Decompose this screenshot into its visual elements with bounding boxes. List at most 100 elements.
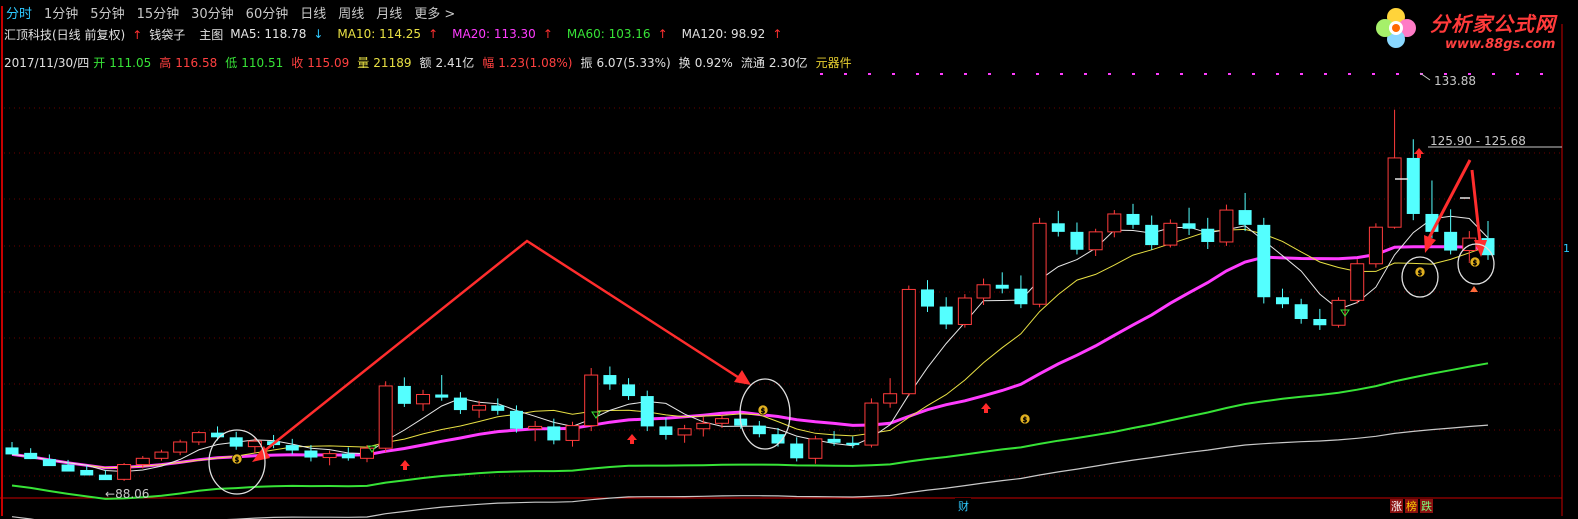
candle xyxy=(397,377,411,407)
ma120-label: MA120: 98.92 xyxy=(681,27,766,41)
quote-change: 幅 1.23(1.08%) xyxy=(482,54,576,71)
candle-body xyxy=(547,426,561,441)
candle-body xyxy=(827,438,841,443)
candle-body xyxy=(714,418,729,424)
signal-dot xyxy=(964,73,967,75)
low-value: 110.51 xyxy=(241,55,284,70)
float-value: 2.30亿 xyxy=(768,55,808,70)
tab-60min[interactable]: 60分钟 xyxy=(240,3,295,22)
candle xyxy=(957,294,972,328)
svg-text:$: $ xyxy=(1473,259,1477,267)
signal-dot xyxy=(868,73,871,75)
candle-body xyxy=(1350,263,1365,301)
candle-body xyxy=(659,426,673,435)
tab-more[interactable]: 更多 > xyxy=(408,3,461,22)
signal-dot xyxy=(1084,73,1087,75)
candle xyxy=(1145,215,1159,250)
candle xyxy=(659,417,673,440)
candle-body xyxy=(1275,297,1289,305)
logo-text: 分析家公式网 xyxy=(1430,12,1556,36)
money-bag-icon: $ xyxy=(231,453,243,465)
quote-low: 低 110.51 xyxy=(225,54,287,71)
candle-body xyxy=(1182,223,1196,229)
right-edge-label: 1 xyxy=(1563,242,1570,255)
candle-body xyxy=(154,451,169,459)
candle xyxy=(883,378,898,408)
peak-arrow-lines xyxy=(257,239,745,457)
quote-float: 流通 2.30亿 xyxy=(741,54,812,71)
candle-body xyxy=(995,284,1009,289)
period-toolbar: 分时 1分钟 5分钟 15分钟 30分钟 60分钟 日线 周线 月线 更多 > xyxy=(0,0,1360,24)
signal-dot xyxy=(1300,73,1303,75)
candle xyxy=(584,368,599,432)
candle xyxy=(472,400,487,418)
tab-15min[interactable]: 15分钟 xyxy=(131,3,186,22)
low-price-label: ←88.06 xyxy=(105,487,149,501)
candle-body xyxy=(42,459,56,467)
money-bag-icons: $ $ $ $ $ xyxy=(231,256,1481,465)
signal-dot xyxy=(1516,73,1519,75)
money-bag-icon: $ xyxy=(1469,256,1481,268)
stock-name[interactable]: 汇顶科技(日线 前复权) xyxy=(4,26,125,43)
candle xyxy=(1350,259,1365,304)
candle xyxy=(1107,210,1122,238)
quote-open: 开 111.05 xyxy=(93,54,155,71)
die-mark: 跌 xyxy=(1421,499,1432,513)
quote-high: 高 116.58 xyxy=(159,54,221,71)
candle-body xyxy=(117,464,132,480)
candle-body xyxy=(435,394,449,398)
candle-body xyxy=(976,284,991,299)
candle-body xyxy=(24,452,38,460)
quote-amount: 额 2.41亿 xyxy=(419,54,478,71)
tab-daily[interactable]: 日线 xyxy=(294,3,332,22)
candlestick-chart[interactable]: $ $ $ $ $ 133.88 125.90 - 125.68 ←88.06 … xyxy=(0,0,1578,519)
candle-body xyxy=(790,443,804,459)
candle-body xyxy=(378,385,393,449)
candle-body xyxy=(640,396,654,427)
tab-30min[interactable]: 30分钟 xyxy=(185,3,240,22)
candle xyxy=(359,445,374,463)
signal-dot xyxy=(1108,73,1111,75)
candle xyxy=(117,462,132,481)
candle-body xyxy=(1126,213,1140,225)
ma10-value: MA10: 114.25 ↑ xyxy=(337,27,445,41)
ma5-label: MA5: 118.78 xyxy=(230,27,307,41)
signal-circles xyxy=(208,243,1495,495)
candle xyxy=(1126,203,1140,229)
candle xyxy=(229,431,243,450)
candle xyxy=(603,366,617,390)
candle-body xyxy=(98,474,112,481)
candle-body xyxy=(359,447,374,459)
signal-dot xyxy=(1180,73,1183,75)
tab-intraday[interactable]: 分时 xyxy=(0,3,38,22)
up-arrow-icon: ↑ xyxy=(657,27,668,41)
quote-info-row: 2017/11/30/四 开 111.05 高 116.58 低 110.51 收 11… xyxy=(4,53,856,71)
tab-5min[interactable]: 5分钟 xyxy=(84,3,130,22)
indicator-label[interactable]: ↑ 钱袋子 xyxy=(132,26,192,43)
open-label: 开 xyxy=(93,55,106,70)
candle xyxy=(808,435,823,464)
signal-dot xyxy=(1036,73,1039,75)
candle-body xyxy=(1145,224,1159,246)
candle-body xyxy=(565,425,580,441)
candle xyxy=(24,448,38,460)
candle xyxy=(453,392,467,414)
up-arrow-icon: ↑ xyxy=(772,27,783,41)
indicator-title-row: 汇顶科技(日线 前复权) ↑ 钱袋子 主图 MA5: 118.78 ↓ MA10: … xyxy=(4,25,796,43)
signal-dot xyxy=(844,73,847,75)
sector-link[interactable]: 元器件 xyxy=(816,54,852,71)
amplitude-label: 振 xyxy=(580,55,593,70)
tab-1min[interactable]: 1分钟 xyxy=(38,3,84,22)
candle-body xyxy=(603,375,617,385)
volume-value: 21189 xyxy=(373,55,412,70)
signal-dot xyxy=(1228,73,1231,75)
amount-value: 2.41亿 xyxy=(435,55,475,70)
candle-body xyxy=(61,464,75,472)
candle xyxy=(1275,288,1289,309)
candle xyxy=(1032,217,1047,308)
tab-weekly[interactable]: 周线 xyxy=(332,3,370,22)
tab-monthly[interactable]: 月线 xyxy=(370,3,408,22)
signal-dot xyxy=(1204,73,1207,75)
annotation-arrows xyxy=(257,239,745,457)
signal-dot xyxy=(1252,73,1255,75)
